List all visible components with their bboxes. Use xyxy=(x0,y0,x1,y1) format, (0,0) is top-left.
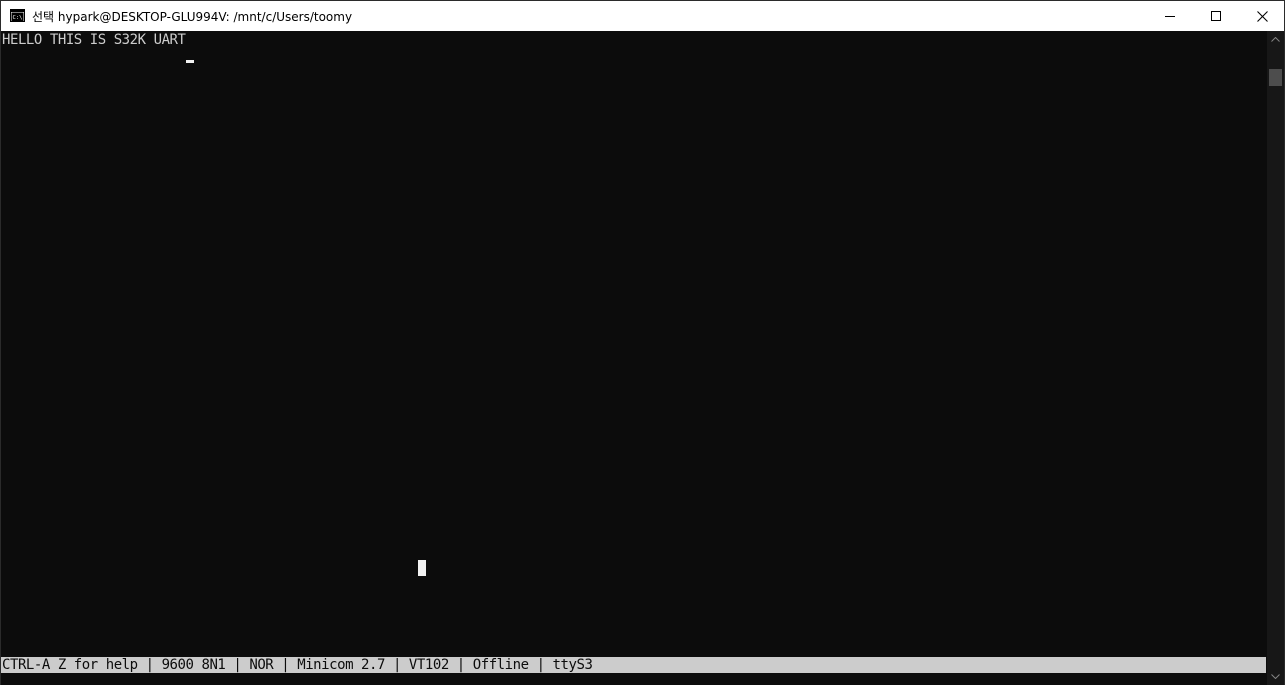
terminal-line: HELLO THIS IS S32K UART xyxy=(2,32,186,48)
minimize-button[interactable] xyxy=(1147,1,1193,31)
scroll-up-button[interactable] xyxy=(1267,31,1284,48)
vertical-scrollbar[interactable] xyxy=(1267,31,1284,685)
scroll-down-button[interactable] xyxy=(1267,668,1284,685)
svg-text:C:\: C:\ xyxy=(13,15,23,21)
close-button[interactable] xyxy=(1239,1,1285,31)
close-icon xyxy=(1256,10,1268,22)
arrow-up-icon xyxy=(1271,37,1280,42)
console-icon: C:\ xyxy=(10,9,25,22)
maximize-button[interactable] xyxy=(1193,1,1239,31)
terminal-window: C:\ 선택 hypark@DESKTOP-GLU994V: /mnt/c/Us… xyxy=(0,0,1285,685)
scroll-thumb[interactable] xyxy=(1269,69,1282,86)
title-bar[interactable]: C:\ 선택 hypark@DESKTOP-GLU994V: /mnt/c/Us… xyxy=(1,1,1284,31)
minimize-icon xyxy=(1165,16,1175,17)
window-title: 선택 hypark@DESKTOP-GLU994V: /mnt/c/Users/… xyxy=(32,10,353,24)
arrow-down-icon xyxy=(1271,674,1280,679)
mouse-text-cursor xyxy=(418,560,426,576)
maximize-icon xyxy=(1211,11,1221,21)
input-cursor xyxy=(186,60,194,63)
minicom-status-bar: CTRL-A Z for help | 9600 8N1 | NOR | Min… xyxy=(1,657,1266,673)
terminal-output[interactable]: HELLO THIS IS S32K UART CTRL-A Z for hel… xyxy=(1,31,1267,685)
